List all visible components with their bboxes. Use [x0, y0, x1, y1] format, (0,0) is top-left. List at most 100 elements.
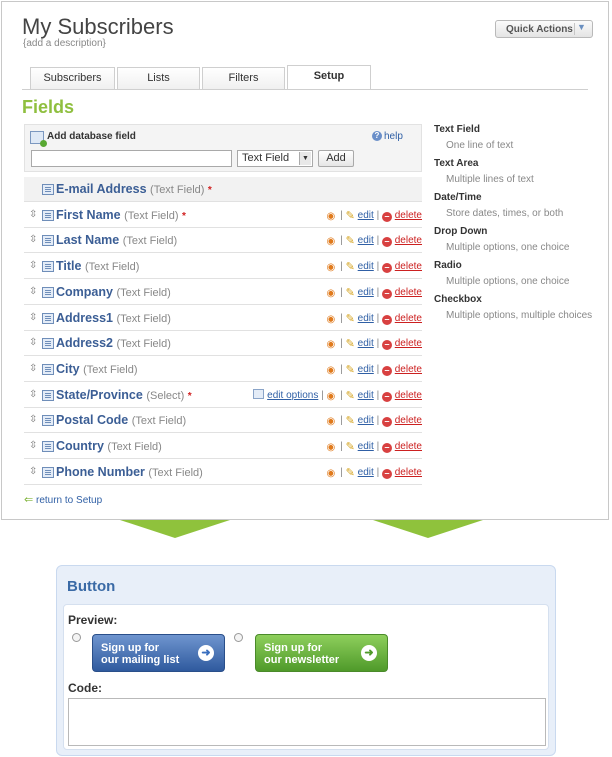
field-icon: [42, 338, 54, 350]
separator: |: [376, 363, 380, 375]
drag-handle-icon[interactable]: ⇳: [29, 286, 37, 297]
drag-handle-icon[interactable]: ⇳: [29, 234, 37, 245]
rss-icon[interactable]: ◉: [327, 417, 338, 427]
field-name[interactable]: Phone Number (Text Field): [56, 465, 203, 479]
delete-link[interactable]: delete: [395, 364, 422, 375]
field-type: (Text Field): [83, 363, 138, 376]
field-actions: ◉ | ✎ edit | – delete: [327, 234, 422, 248]
edit-link[interactable]: edit: [358, 390, 374, 401]
edit-link[interactable]: edit: [358, 287, 374, 298]
rss-icon[interactable]: ◉: [327, 365, 338, 376]
drag-handle-icon[interactable]: ⇳: [29, 389, 37, 400]
drag-handle-icon[interactable]: ⇳: [29, 337, 37, 348]
edit-link[interactable]: edit: [358, 364, 374, 375]
edit-options-icon: [253, 388, 265, 399]
field-name[interactable]: Last Name (Text Field): [56, 233, 177, 247]
delete-link[interactable]: delete: [395, 210, 422, 221]
field-name[interactable]: E-mail Address (Text Field) *: [56, 182, 212, 196]
legend-title: Radio: [434, 260, 462, 271]
add-field-button[interactable]: Add: [318, 150, 354, 167]
field-type: (Text Field): [122, 235, 178, 248]
separator: |: [340, 466, 343, 478]
field-actions: edit options | ◉ | ✎ edit | – delete: [253, 388, 422, 402]
tab-setup[interactable]: Setup: [287, 65, 371, 89]
code-textarea[interactable]: [68, 698, 546, 746]
field-row: ⇳ City (Text Field) ◉ | ✎ edit | – delete: [24, 357, 422, 382]
field-name[interactable]: Country (Text Field): [56, 439, 162, 453]
field-name[interactable]: Postal Code (Text Field): [56, 413, 186, 427]
page-description[interactable]: {add a description}: [23, 38, 106, 49]
separator: |: [376, 235, 380, 247]
tab-subscribers[interactable]: Subscribers: [30, 67, 115, 89]
edit-link[interactable]: edit: [358, 235, 374, 246]
drag-handle-icon[interactable]: ⇳: [29, 414, 37, 425]
edit-link[interactable]: edit: [358, 338, 374, 349]
down-arrow-right: [373, 520, 483, 538]
quick-actions-button[interactable]: Quick Actions ▼: [495, 20, 593, 38]
rss-icon[interactable]: ◉: [327, 263, 338, 273]
field-name-label: First Name: [56, 207, 121, 222]
button-heading: Button: [67, 578, 116, 595]
edit-link[interactable]: edit: [358, 261, 374, 272]
drag-handle-icon[interactable]: ⇳: [29, 440, 37, 451]
field-type-select[interactable]: Text Field ▼: [237, 150, 313, 167]
drag-handle-icon[interactable]: ⇳: [29, 312, 37, 323]
tab-filters[interactable]: Filters: [202, 67, 285, 89]
rss-icon[interactable]: ◉: [327, 237, 338, 247]
delete-link[interactable]: delete: [395, 287, 422, 298]
quick-actions-label: Quick Actions: [506, 24, 573, 35]
edit-link[interactable]: edit: [358, 415, 374, 426]
drag-handle-icon[interactable]: ⇳: [29, 260, 37, 271]
delete-link[interactable]: delete: [395, 313, 422, 324]
delete-link[interactable]: delete: [395, 390, 422, 401]
drag-handle-icon[interactable]: ⇳: [29, 466, 37, 477]
field-icon: [42, 209, 54, 221]
field-name[interactable]: Address1 (Text Field): [56, 311, 171, 325]
field-name[interactable]: Address2 (Text Field): [56, 336, 171, 350]
pencil-icon: ✎: [345, 389, 355, 402]
preview-label: Preview:: [68, 613, 118, 627]
field-name-label: Postal Code: [56, 413, 129, 428]
field-name-label: Company: [56, 284, 113, 299]
edit-link[interactable]: edit: [358, 313, 374, 324]
delete-icon: –: [381, 340, 392, 351]
rss-icon[interactable]: ◉: [327, 391, 338, 402]
rss-icon[interactable]: ◉: [327, 288, 338, 299]
field-name[interactable]: State/Province (Select) *: [56, 388, 192, 402]
help-link[interactable]: ? help: [372, 131, 403, 142]
delete-link[interactable]: delete: [395, 338, 422, 349]
edit-link[interactable]: edit: [358, 467, 374, 478]
tab-lists[interactable]: Lists: [117, 67, 200, 89]
rss-icon[interactable]: ◉: [327, 443, 338, 453]
return-to-setup-link[interactable]: ⇐ return to Setup: [24, 493, 102, 506]
signup-mailing-list-button[interactable]: Sign up for our mailing list ➜: [92, 634, 225, 672]
edit-link[interactable]: edit: [358, 441, 374, 452]
rss-icon[interactable]: ◉: [327, 468, 338, 479]
radio-mailing-list[interactable]: [72, 633, 81, 642]
edit-link[interactable]: edit: [358, 210, 374, 221]
drag-handle-icon[interactable]: ⇳: [29, 363, 37, 374]
radio-newsletter[interactable]: [234, 633, 243, 642]
signup-newsletter-button[interactable]: Sign up for our newsletter ➜: [255, 634, 388, 672]
field-name[interactable]: Title (Text Field): [56, 259, 139, 273]
field-name[interactable]: Company (Text Field): [56, 285, 171, 299]
delete-link[interactable]: delete: [395, 415, 422, 426]
rss-icon[interactable]: ◉: [327, 211, 338, 222]
delete-link[interactable]: delete: [395, 467, 422, 478]
delete-link[interactable]: delete: [395, 261, 422, 272]
separator: |: [376, 441, 380, 452]
field-type: (Text Field): [116, 338, 171, 351]
field-row: ⇳ Phone Number (Text Field) ◉ | ✎ edit | –…: [24, 460, 422, 485]
delete-link[interactable]: delete: [395, 441, 422, 452]
edit-options-link[interactable]: edit options: [267, 390, 318, 401]
delete-link[interactable]: delete: [395, 235, 422, 246]
field-name-label: City: [56, 361, 80, 376]
field-name-input[interactable]: [31, 150, 232, 167]
drag-handle-icon[interactable]: ⇳: [29, 209, 37, 220]
rss-icon[interactable]: ◉: [327, 340, 338, 350]
rss-icon[interactable]: ◉: [327, 314, 338, 325]
field-name[interactable]: First Name (Text Field) *: [56, 208, 186, 222]
field-name[interactable]: City (Text Field): [56, 362, 138, 376]
field-type: (Text Field): [150, 184, 205, 196]
field-type: (Text Field): [148, 466, 203, 479]
